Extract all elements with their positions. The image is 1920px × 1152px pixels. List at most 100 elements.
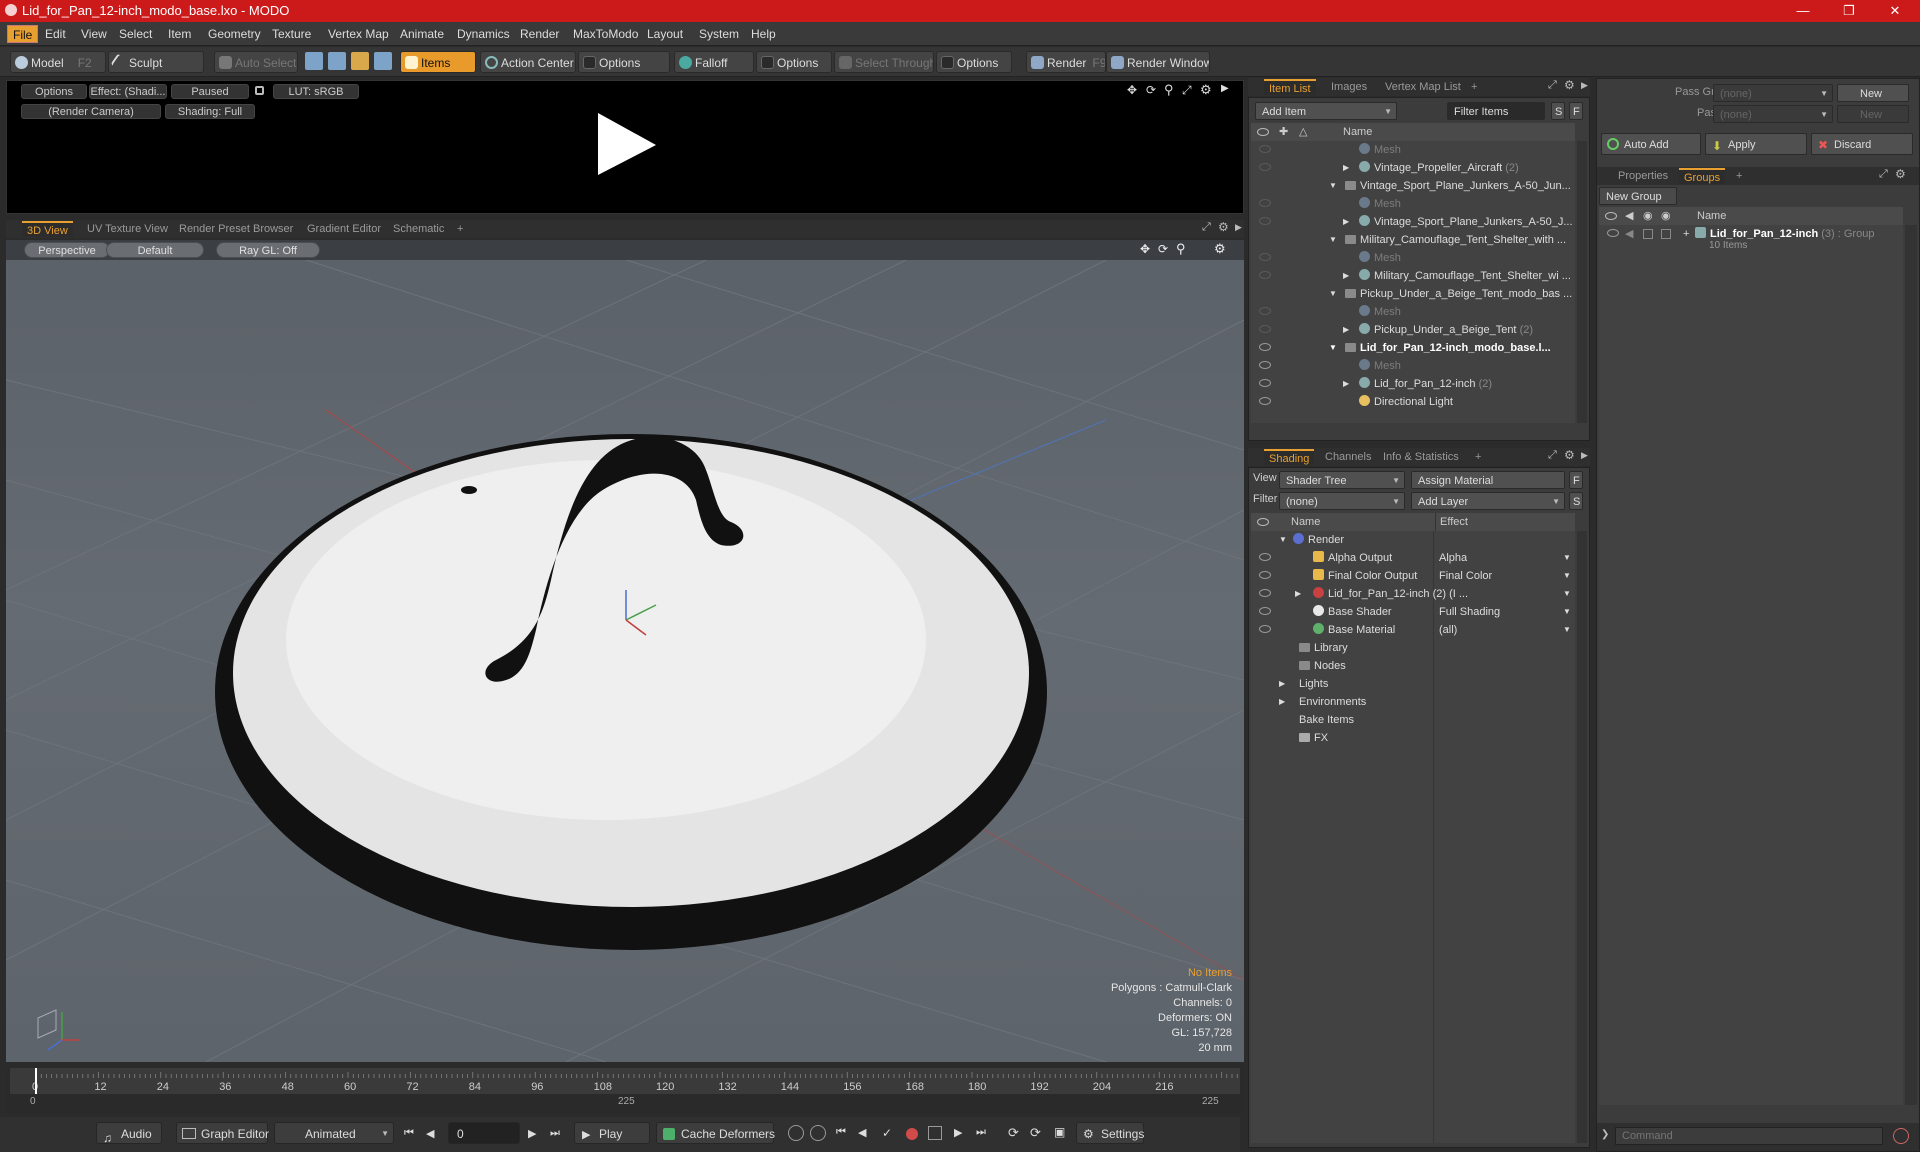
effect-dropdown[interactable]: Effect: (Shadi... (89, 84, 167, 99)
minimize-icon[interactable]: — (1780, 0, 1826, 22)
chevron-down-icon[interactable]: ▼ (1563, 567, 1571, 585)
shading-gear-icon[interactable]: ⚙ (1564, 448, 1575, 462)
eye-icon[interactable] (1259, 571, 1271, 579)
list-item[interactable]: ▶ Military_Camouflage_Tent_Shelter_wi ... (1251, 267, 1575, 285)
chevron-down-icon[interactable]: ▼ (1563, 621, 1571, 639)
add-groups-tab-icon[interactable]: + (1731, 168, 1747, 184)
view-arrow-icon[interactable]: ▶ (1235, 222, 1242, 233)
move-icon[interactable]: ✥ (1127, 83, 1137, 97)
eye-icon[interactable] (1259, 271, 1271, 279)
lock-icon[interactable] (255, 86, 264, 95)
render-camera-dropdown[interactable]: (Render Camera) (21, 104, 161, 119)
key-icon-1[interactable] (788, 1125, 804, 1141)
shading-s-button[interactable]: S (1569, 492, 1583, 510)
maximize-icon[interactable]: ⤢ (1182, 83, 1192, 98)
eye-icon[interactable] (1259, 217, 1271, 225)
menu-dynamics[interactable]: Dynamics (452, 25, 515, 43)
select-through-options-button[interactable]: Options (936, 51, 1012, 73)
prev-keyframe-icon[interactable]: ⏮ (836, 1126, 846, 1139)
prev-keyframe-icon-2[interactable]: ◀ (858, 1126, 866, 1139)
menu-maxtomodo[interactable]: MaxToModo (568, 25, 643, 43)
add-layer-dropdown[interactable]: Add Layer ▼ (1411, 492, 1565, 510)
filter-f-button[interactable]: F (1569, 102, 1583, 120)
tree-row[interactable]: Bake Items (1251, 711, 1575, 729)
add-item-dropdown[interactable]: Add Item ▼ (1255, 102, 1397, 120)
expand-arrow-icon[interactable]: ▶ (1343, 267, 1349, 285)
falloff-button[interactable]: Falloff (674, 51, 754, 73)
expand-arrow-icon[interactable]: ▶ (1343, 213, 1349, 231)
eye-icon[interactable] (1259, 607, 1271, 615)
settings-button[interactable]: ⚙ Settings (1076, 1122, 1144, 1144)
expand-arrow-icon[interactable]: ▶ (1343, 321, 1349, 339)
expand-arrow-icon[interactable]: ▶ (1221, 83, 1229, 94)
loop-icon-2[interactable]: ⟳ (1030, 1125, 1041, 1141)
tab-properties[interactable]: Properties (1613, 168, 1673, 184)
eye-icon[interactable] (1607, 229, 1619, 237)
menu-file[interactable]: File (7, 25, 39, 43)
shading-arrow-icon[interactable]: ▶ (1581, 450, 1588, 461)
tree-row[interactable]: Final Color Output Final Color ▼ (1251, 567, 1575, 585)
falloff-options-button[interactable]: Options (756, 51, 832, 73)
list-item[interactable]: ▼ Pickup_Under_a_Beige_Tent_modo_bas ... (1251, 285, 1575, 303)
current-frame-input[interactable]: 0 (448, 1122, 520, 1144)
base-shader-effect[interactable]: Full Shading (1439, 603, 1500, 621)
collapse-arrow-icon[interactable]: ▼ (1329, 231, 1337, 249)
tab-3d-view[interactable]: 3D View (22, 221, 73, 237)
gear-icon[interactable]: ⚙ (1200, 82, 1212, 98)
timeline-track[interactable] (10, 1068, 1240, 1094)
pass-groups-dropdown[interactable]: (none) ▼ (1713, 84, 1833, 102)
list-item[interactable]: ▼ Lid_for_Pan_12-inch_modo_base.l... (1251, 339, 1575, 357)
list-item[interactable]: Mesh (1251, 357, 1575, 375)
item-list-maximize-icon[interactable]: ⤢ (1548, 79, 1557, 92)
menu-texture[interactable]: Texture (267, 25, 316, 43)
eye-icon[interactable] (1259, 343, 1271, 351)
edges-mode-icon[interactable] (328, 52, 346, 70)
eye-icon[interactable] (1259, 379, 1271, 387)
set-key-icon[interactable]: ✓ (882, 1126, 892, 1140)
filter-items-input[interactable]: Filter Items (1447, 102, 1545, 120)
vp-gear-icon[interactable]: ⚙ (1214, 241, 1226, 257)
audio-button[interactable]: ♫ Audio (96, 1122, 162, 1145)
item-list-gear-icon[interactable]: ⚙ (1564, 78, 1575, 92)
eye-icon[interactable] (1259, 325, 1271, 333)
list-item[interactable]: Mesh (1251, 249, 1575, 267)
collapse-arrow-icon[interactable]: ▼ (1329, 285, 1337, 303)
filter-s-button[interactable]: S (1551, 102, 1565, 120)
eye-icon[interactable] (1259, 163, 1271, 171)
expand-arrow-icon[interactable]: ▶ (1343, 159, 1349, 177)
tab-shading[interactable]: Shading (1264, 449, 1315, 465)
item-list-arrow-icon[interactable]: ▶ (1581, 80, 1588, 91)
vp-move-icon[interactable]: ✥ (1140, 242, 1150, 256)
vp-zoom-icon[interactable]: ⚲ (1176, 241, 1186, 257)
menu-item[interactable]: Item (163, 25, 196, 43)
shading-dropdown[interactable]: Shading: Full (165, 104, 255, 119)
new-group-button[interactable]: New Group (1599, 187, 1677, 205)
command-input[interactable] (1615, 1127, 1883, 1145)
tab-info-statistics[interactable]: Info & Statistics (1378, 449, 1464, 465)
preview-options-button[interactable]: Options (21, 84, 87, 99)
key-icon-2[interactable] (810, 1125, 826, 1141)
shader-tree-scrollbar[interactable] (1577, 531, 1587, 1143)
select-through-button[interactable]: Select Through (834, 51, 934, 73)
tree-row[interactable]: Nodes (1251, 657, 1575, 675)
sculpt-mode-button[interactable]: Sculpt (108, 51, 204, 73)
menu-vertex-map[interactable]: Vertex Map (323, 25, 394, 43)
style-dropdown[interactable]: Default (106, 242, 204, 258)
eye-icon[interactable] (1259, 589, 1271, 597)
eye-icon[interactable] (1259, 307, 1271, 315)
action-center-options-button[interactable]: Options (578, 51, 670, 73)
menu-help[interactable]: Help (746, 25, 781, 43)
eye-icon[interactable] (1259, 553, 1271, 561)
render-toggle-icon[interactable]: ◀ (1625, 225, 1633, 243)
list-item[interactable]: ▼ Vintage_Sport_Plane_Junkers_A-50_Jun... (1251, 177, 1575, 195)
projection-dropdown[interactable]: Perspective (24, 242, 110, 258)
chevron-down-icon[interactable]: ▼ (1563, 549, 1571, 567)
prev-key-icon[interactable]: ◀ (426, 1127, 434, 1140)
new-pass-button[interactable]: New (1837, 105, 1909, 123)
list-item[interactable]: ▶ Vintage_Propeller_Aircraft (2) (1251, 159, 1575, 177)
3d-viewport[interactable]: Perspective Default Ray GL: Off ✥ ⟳ ⚲ ⚙ (6, 240, 1244, 1062)
list-item[interactable]: ▼ Military_Camouflage_Tent_Shelter_with .… (1251, 231, 1575, 249)
loop-icon[interactable]: ⟳ (1008, 1125, 1019, 1141)
groups-gear-icon[interactable]: ⚙ (1895, 167, 1906, 181)
list-item[interactable]: Mesh (1251, 195, 1575, 213)
